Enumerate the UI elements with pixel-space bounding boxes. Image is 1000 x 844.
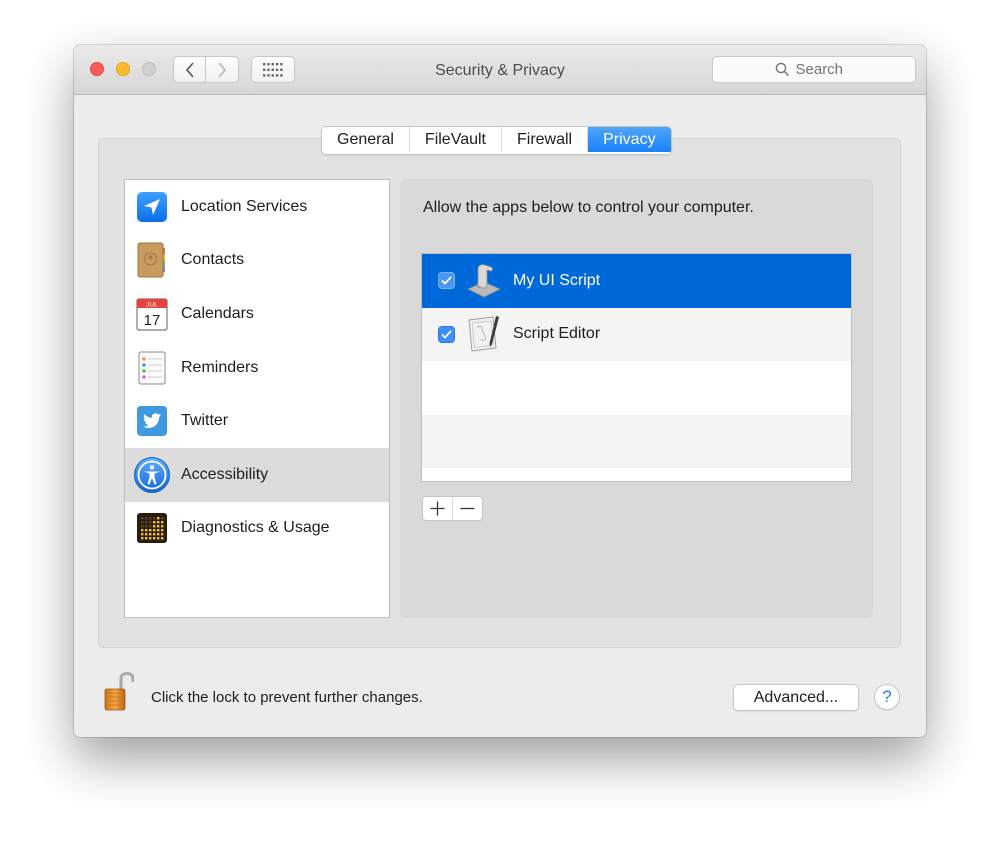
allowed-apps-list: My UI Script Script Editor — [421, 253, 852, 482]
tab-general[interactable]: General — [322, 127, 410, 152]
empty-list-row — [422, 414, 851, 468]
search-icon — [775, 62, 789, 77]
add-remove-control — [422, 496, 483, 521]
diagnostics-dot — [145, 537, 148, 540]
diagnostics-dot — [141, 533, 144, 536]
security-privacy-window: Security & Privacy General FileVault Fir… — [74, 45, 926, 737]
diagnostics-dot — [157, 533, 160, 536]
sidebar-item-label: Accessibility — [181, 465, 269, 483]
diagnostics-dot — [157, 525, 160, 528]
sidebar-item-label: Twitter — [181, 412, 229, 430]
diagnostics-dot — [149, 521, 152, 524]
script-editor-icon — [465, 314, 503, 354]
diagnostics-grid-icon — [133, 509, 171, 547]
sidebar-item-calendars[interactable]: JUL 17 Calendars — [125, 287, 389, 341]
search-field[interactable] — [712, 56, 916, 83]
add-app-button[interactable] — [423, 497, 452, 520]
diagnostics-dot — [161, 521, 164, 524]
location-arrow-icon — [133, 188, 171, 226]
diagnostics-dot — [157, 537, 160, 540]
lock-button[interactable] — [104, 670, 135, 712]
plus-icon — [430, 501, 445, 516]
tab-privacy[interactable]: Privacy — [588, 127, 671, 152]
diagnostics-dot — [145, 529, 148, 532]
diagnostics-dot — [157, 521, 160, 524]
diagnostics-dot — [161, 517, 164, 520]
twitter-bird-icon — [133, 402, 171, 440]
checkmark-icon — [441, 330, 452, 339]
diagnostics-dot — [161, 529, 164, 532]
app-name: Script Editor — [513, 325, 601, 343]
app-row-script-editor[interactable]: Script Editor — [422, 307, 851, 361]
diagnostics-dot — [149, 529, 152, 532]
diagnostics-dot — [153, 533, 156, 536]
app-row-my-ui-script[interactable]: My UI Script — [422, 254, 851, 308]
checkmark-icon — [441, 276, 452, 286]
diagnostics-dot — [145, 521, 148, 524]
search-input[interactable] — [795, 61, 854, 78]
reminders-list-icon — [133, 349, 171, 387]
diagnostics-dot — [141, 517, 144, 520]
unlocked-padlock-icon — [104, 672, 135, 711]
privacy-category-list: Location Services Contacts JUL 17 Calenda… — [124, 179, 390, 618]
diagnostics-dot — [141, 525, 144, 528]
title-bar: Security & Privacy — [74, 45, 926, 95]
diagnostics-dot — [157, 529, 160, 532]
diagnostics-dot — [141, 521, 144, 524]
calendar-icon-day: 17 — [144, 312, 161, 329]
script-scroll-icon — [465, 261, 503, 301]
diagnostics-dot — [149, 525, 152, 528]
diagnostics-dot — [145, 525, 148, 528]
diagnostics-dot — [161, 533, 164, 536]
diagnostics-dot — [161, 525, 164, 528]
diagnostics-dot — [153, 521, 156, 524]
calendar-icon: JUL 17 — [133, 295, 171, 333]
sidebar-item-accessibility[interactable]: Accessibility — [125, 447, 389, 502]
diagnostics-dot — [149, 533, 152, 536]
sidebar-item-contacts[interactable]: Contacts — [125, 234, 389, 288]
calendar-icon-month: JUL — [146, 301, 158, 308]
empty-list-row — [422, 361, 851, 415]
diagnostics-dot — [145, 533, 148, 536]
sidebar-item-twitter[interactable]: Twitter — [125, 394, 389, 448]
sidebar-item-label: Contacts — [181, 251, 245, 269]
diagnostics-dot — [145, 517, 148, 520]
tab-bar: General FileVault Firewall Privacy — [321, 126, 672, 155]
minus-icon — [460, 507, 475, 510]
sidebar-item-location-services[interactable]: Location Services — [125, 180, 389, 234]
tab-firewall[interactable]: Firewall — [502, 127, 589, 152]
remove-app-button[interactable] — [452, 497, 482, 520]
sidebar-item-reminders[interactable]: Reminders — [125, 341, 389, 395]
sidebar-item-diagnostics-usage[interactable]: Diagnostics & Usage — [125, 502, 389, 556]
accessibility-figure-icon — [133, 456, 171, 494]
diagnostics-dot — [153, 517, 156, 520]
app-enabled-checkbox[interactable] — [438, 325, 455, 343]
lock-status-text: Click the lock to prevent further change… — [151, 689, 423, 706]
app-enabled-checkbox[interactable] — [438, 272, 455, 290]
sidebar-item-label: Calendars — [181, 304, 254, 322]
app-name: My UI Script — [513, 271, 601, 289]
panel-description: Allow the apps below to control your com… — [423, 199, 754, 216]
diagnostics-dot — [157, 517, 160, 520]
accessibility-panel: Allow the apps below to control your com… — [400, 179, 873, 618]
diagnostics-dot — [153, 529, 156, 532]
diagnostics-dot — [149, 537, 152, 540]
help-button[interactable]: ? — [874, 684, 900, 710]
diagnostics-dot — [141, 529, 144, 532]
tab-filevault[interactable]: FileVault — [410, 127, 502, 152]
diagnostics-dot — [153, 525, 156, 528]
diagnostics-dot — [149, 517, 152, 520]
diagnostics-dot — [161, 537, 164, 540]
diagnostics-dot — [153, 537, 156, 540]
contacts-book-icon — [133, 241, 171, 279]
sidebar-item-label: Location Services — [181, 197, 308, 215]
diagnostics-dot — [141, 537, 144, 540]
sidebar-item-label: Reminders — [181, 358, 259, 376]
sidebar-item-label: Diagnostics & Usage — [181, 519, 330, 537]
advanced-button[interactable]: Advanced... — [733, 684, 859, 711]
